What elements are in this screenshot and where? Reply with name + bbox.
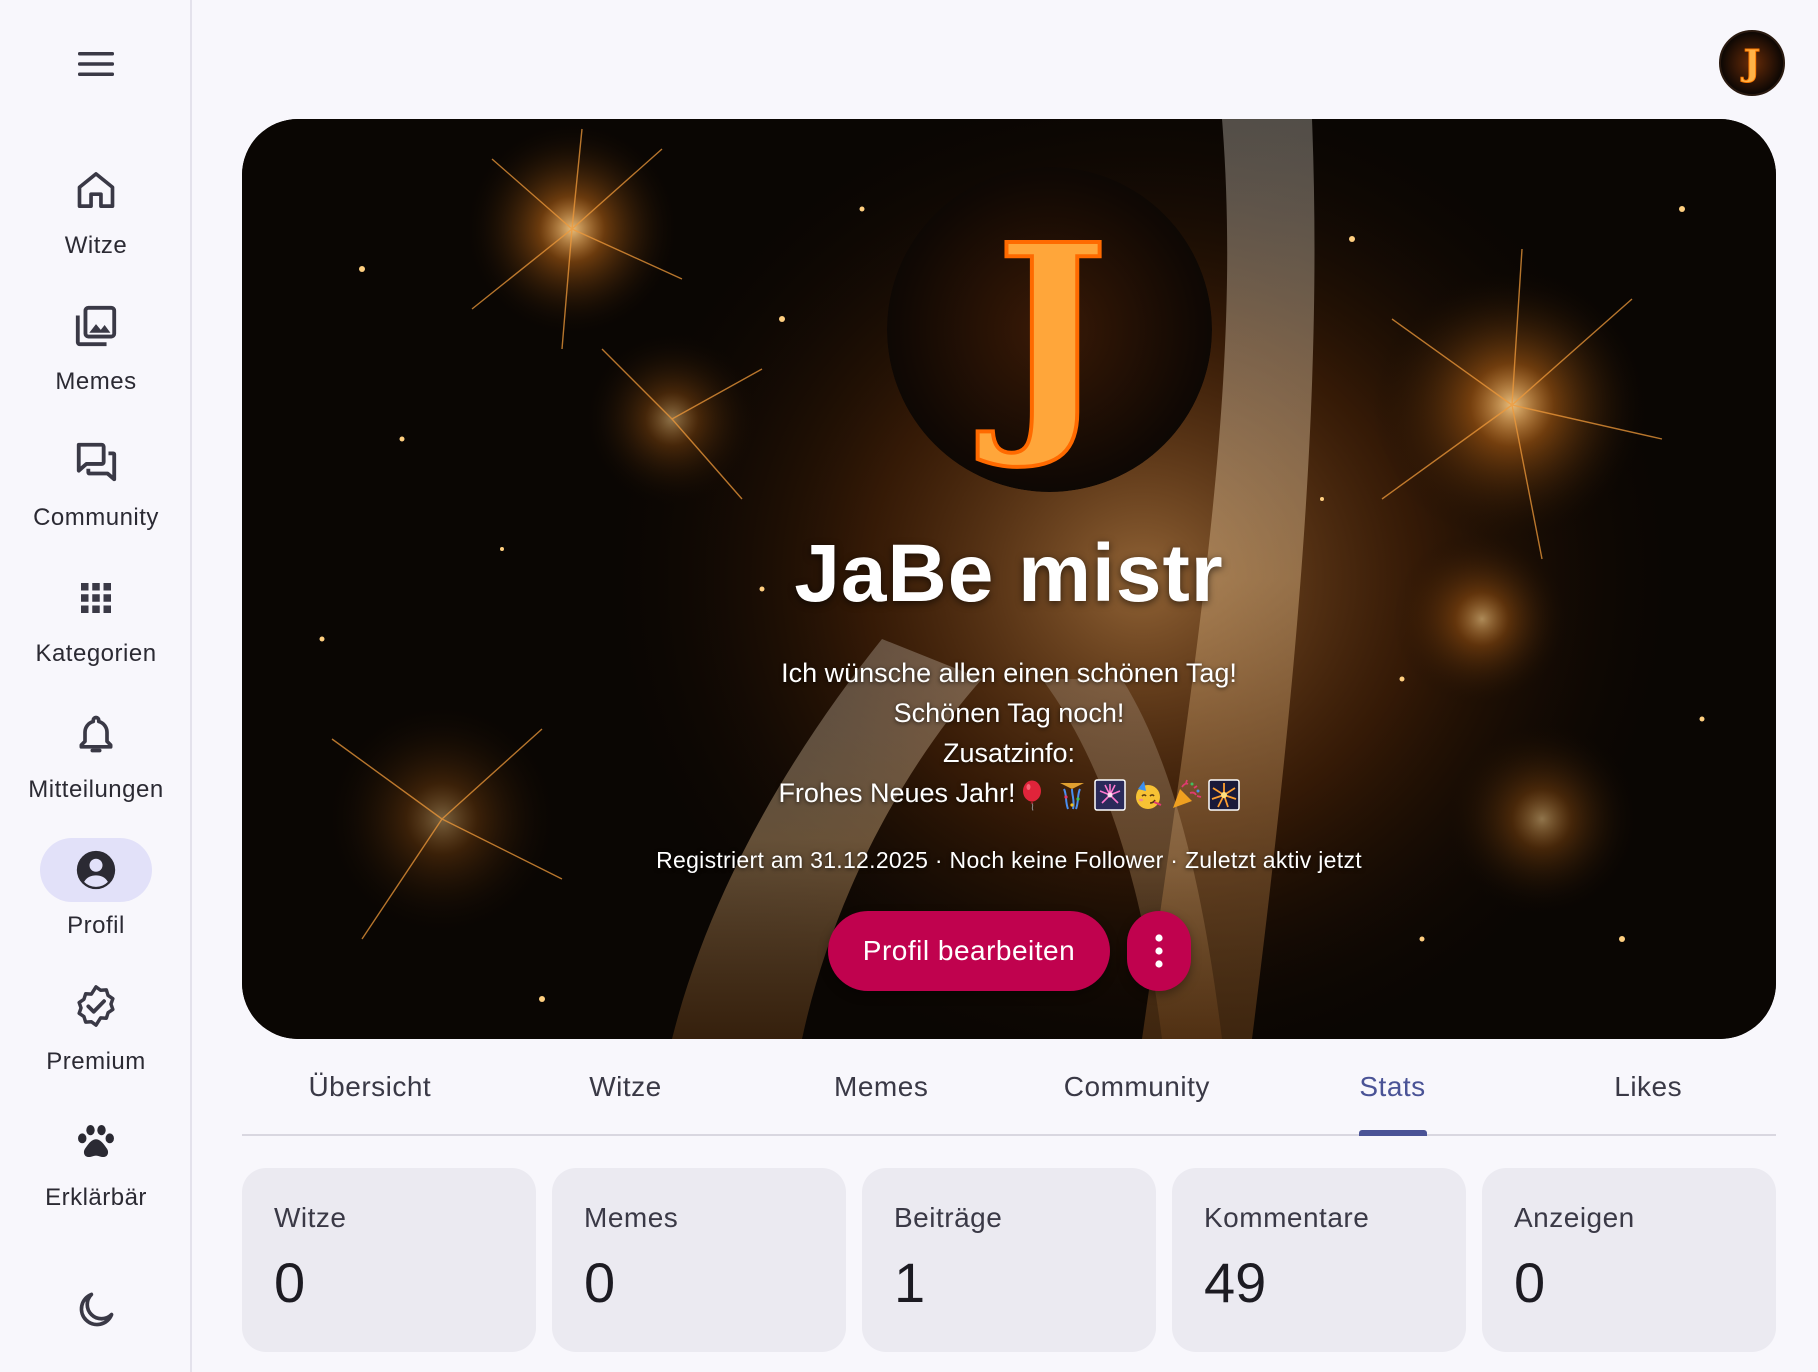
stat-card-anzeigen: Anzeigen 0 bbox=[1482, 1168, 1776, 1352]
nav-icon-container bbox=[40, 974, 152, 1038]
balloon-icon bbox=[1022, 780, 1041, 811]
bio-line: Ich wünsche allen einen schönen Tag! bbox=[781, 658, 1237, 688]
apps-grid-icon bbox=[81, 583, 111, 613]
profile-tabs: Übersicht Witze Memes Community Stats Li… bbox=[242, 1040, 1776, 1136]
tab-label: Witze bbox=[589, 1071, 662, 1102]
profile-name: JaBe mistr bbox=[794, 528, 1224, 619]
nav-item-mitteilungen[interactable]: Mitteilungen bbox=[0, 702, 192, 822]
stat-label: Witze bbox=[274, 1202, 347, 1233]
stats-cards: Witze 0 Memes 0 Beiträge 1 Kommentare 49… bbox=[242, 1168, 1776, 1352]
paw-icon bbox=[78, 1124, 114, 1158]
partying-face-icon bbox=[1135, 780, 1161, 809]
bio-line: Schönen Tag noch! bbox=[893, 698, 1125, 728]
image-gallery-icon bbox=[75, 305, 117, 347]
verified-badge-icon bbox=[77, 985, 115, 1027]
stat-value: 0 bbox=[274, 1251, 306, 1314]
stat-value: 1 bbox=[894, 1251, 926, 1314]
account-circle-icon bbox=[76, 850, 116, 890]
stat-card-beitraege: Beiträge 1 bbox=[862, 1168, 1156, 1352]
profile-avatar[interactable]: J bbox=[887, 167, 1212, 492]
nav-item-kategorien[interactable]: Kategorien bbox=[0, 566, 192, 686]
stat-value: 0 bbox=[584, 1251, 616, 1314]
sparkler-icon bbox=[1093, 779, 1126, 811]
nav-label-kategorien: Kategorien bbox=[35, 640, 157, 667]
nav-label-witze: Witze bbox=[64, 232, 128, 259]
tab-label: Likes bbox=[1614, 1071, 1683, 1102]
nav-label-mitteilungen: Mitteilungen bbox=[28, 776, 164, 803]
nav-label-memes: Memes bbox=[55, 368, 137, 395]
nav-item-erklaerbaer[interactable]: Erklärbär bbox=[0, 1110, 192, 1230]
tab-community[interactable]: Community bbox=[1009, 1040, 1265, 1134]
stat-card-witze: Witze 0 bbox=[242, 1168, 536, 1352]
tab-likes[interactable]: Likes bbox=[1520, 1040, 1776, 1134]
nav-label-community: Community bbox=[33, 504, 159, 531]
nav-icon-container bbox=[40, 566, 152, 630]
forum-icon bbox=[76, 442, 117, 482]
nav-label-premium: Premium bbox=[46, 1048, 146, 1075]
stat-label: Kommentare bbox=[1204, 1202, 1370, 1233]
nav-icon-container bbox=[40, 1110, 152, 1174]
stat-value: 49 bbox=[1204, 1251, 1267, 1314]
home-icon bbox=[77, 172, 115, 208]
edit-profile-button[interactable]: Profil bearbeiten bbox=[828, 911, 1110, 991]
bell-icon bbox=[79, 715, 113, 753]
nav-label-erklaerbaer: Erklärbär bbox=[45, 1184, 147, 1211]
menu-button[interactable] bbox=[62, 40, 130, 88]
bio-line-with-emojis: Frohes Neues Jahr! bbox=[242, 773, 1776, 813]
moon-icon bbox=[79, 1292, 114, 1327]
avatar-letter: J bbox=[1741, 42, 1761, 84]
tab-label: Stats bbox=[1359, 1071, 1426, 1102]
profile-avatar-letter: J bbox=[977, 192, 1109, 474]
party-popper-icon bbox=[1172, 779, 1201, 808]
hamburger-menu-icon bbox=[78, 52, 114, 76]
bio-line: Frohes Neues Jahr! bbox=[778, 778, 1016, 808]
stat-card-memes: Memes 0 bbox=[552, 1168, 846, 1352]
bio-line: Zusatzinfo: bbox=[942, 738, 1076, 768]
tab-label: Memes bbox=[834, 1071, 929, 1102]
nav-icon-container bbox=[40, 430, 152, 494]
avatar: J bbox=[1721, 32, 1783, 94]
nav-icon-container bbox=[40, 702, 152, 766]
user-avatar-button[interactable]: J bbox=[1719, 30, 1785, 96]
tab-label: Übersicht bbox=[308, 1071, 432, 1102]
nav-item-memes[interactable]: Memes bbox=[0, 294, 192, 414]
profile-avatar-image: J bbox=[887, 167, 1212, 492]
navigation-rail: Witze Memes Community Kategorien Mitteil… bbox=[0, 0, 192, 1372]
bio-emojis bbox=[1018, 779, 1240, 811]
tab-memes[interactable]: Memes bbox=[753, 1040, 1009, 1134]
nav-label-profil: Profil bbox=[67, 912, 125, 939]
stat-card-kommentare: Kommentare 49 bbox=[1172, 1168, 1466, 1352]
profile-bio: Ich wünsche allen einen schönen Tag! Sch… bbox=[242, 653, 1776, 813]
nav-item-profil[interactable]: Profil bbox=[0, 838, 192, 958]
stat-label: Memes bbox=[584, 1202, 679, 1233]
stat-label: Anzeigen bbox=[1514, 1202, 1635, 1233]
profile-header-card: J JaBe mistr Ich wünsche allen einen sch… bbox=[242, 119, 1776, 1039]
tab-stats[interactable]: Stats bbox=[1265, 1040, 1521, 1136]
fireworks-icon bbox=[1207, 779, 1240, 811]
nav-icon-container bbox=[40, 158, 152, 222]
nav-item-witze[interactable]: Witze bbox=[0, 158, 192, 278]
theme-toggle-button[interactable] bbox=[66, 1284, 126, 1336]
profile-meta-info: Registriert am 31.12.2025 · Noch keine F… bbox=[656, 847, 1362, 873]
more-vertical-icon bbox=[1155, 934, 1163, 968]
confetti-ball-icon bbox=[1059, 782, 1084, 810]
tab-label: Community bbox=[1063, 1071, 1210, 1102]
stat-label: Beiträge bbox=[894, 1202, 1003, 1233]
tab-witze[interactable]: Witze bbox=[498, 1040, 754, 1134]
nav-item-premium[interactable]: Premium bbox=[0, 974, 192, 1094]
tab-uebersicht[interactable]: Übersicht bbox=[242, 1040, 498, 1134]
stat-value: 0 bbox=[1514, 1251, 1546, 1314]
active-tab-indicator bbox=[1358, 1130, 1427, 1136]
nav-icon-container bbox=[40, 294, 152, 358]
more-options-button[interactable] bbox=[1127, 911, 1191, 991]
nav-icon-container bbox=[40, 838, 152, 902]
nav-item-community[interactable]: Community bbox=[0, 430, 192, 550]
